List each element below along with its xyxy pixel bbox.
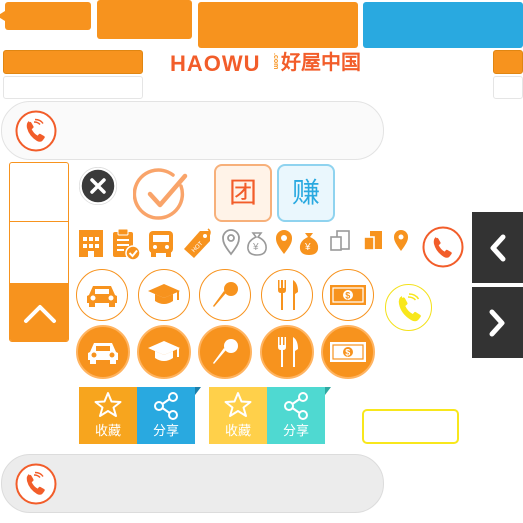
- close-icon[interactable]: [79, 167, 117, 205]
- hot-tag-icon: HOT: [180, 227, 214, 261]
- graduation-cap-icon: [148, 284, 180, 304]
- haowu-logo: HAOWU .com 好屋中国: [170, 49, 365, 79]
- earn-badge: 赚: [277, 164, 335, 222]
- orange-small-button[interactable]: [493, 50, 523, 74]
- clipboard-check-icon: [110, 227, 142, 261]
- entertainment-filled-button[interactable]: [198, 325, 252, 379]
- tab-button-blue[interactable]: [363, 2, 523, 48]
- location-orange-icon: [273, 227, 295, 261]
- check-circle-icon[interactable]: [133, 166, 191, 224]
- share-label: 分享: [152, 423, 179, 438]
- back-arrow-icon: [0, 11, 5, 21]
- empty-small-box[interactable]: [493, 76, 523, 99]
- phone-yellow-icon[interactable]: [385, 284, 432, 331]
- scroll-up-button[interactable]: [10, 283, 68, 341]
- favorite-button[interactable]: 收藏: [209, 387, 267, 444]
- fork-knife-icon: [278, 280, 298, 310]
- entertainment-outline-button[interactable]: [199, 269, 251, 321]
- call-bar[interactable]: [1, 101, 384, 160]
- location-small-orange-icon: [391, 227, 411, 261]
- food-filled-button[interactable]: [260, 325, 314, 379]
- share-card-2: 收藏 分享: [209, 387, 333, 444]
- logo-text-cn: 好屋中国: [281, 52, 361, 74]
- vertical-pager: [9, 162, 69, 342]
- card-fold: [195, 387, 201, 395]
- graduation-cap-icon: [148, 341, 180, 361]
- star-icon: [224, 392, 252, 417]
- svg-text:$: $: [345, 348, 350, 358]
- money-bag-outline-icon: ¥: [245, 227, 269, 261]
- call-bar-pressed[interactable]: [1, 454, 384, 513]
- svg-text:$: $: [345, 291, 350, 301]
- money-bill-icon: $: [330, 285, 366, 305]
- phone-icon: [15, 110, 57, 152]
- car-icon: [87, 286, 117, 307]
- finance-filled-button[interactable]: $: [321, 325, 375, 379]
- share-button[interactable]: 分享: [267, 387, 325, 444]
- money-bag-orange-icon: ¥: [297, 227, 321, 261]
- car-outline-button[interactable]: [76, 269, 128, 321]
- share-label: 分享: [282, 423, 309, 438]
- yellow-outline-button[interactable]: [362, 409, 459, 444]
- chevron-up-icon: [24, 305, 56, 323]
- group-buy-badge: 团: [214, 164, 272, 222]
- share-button[interactable]: 分享: [137, 387, 195, 444]
- prev-button[interactable]: [472, 212, 523, 283]
- orange-bar-button[interactable]: [3, 50, 143, 74]
- back-button[interactable]: [0, 2, 91, 30]
- card-fold: [325, 387, 331, 395]
- finance-outline-button[interactable]: $: [322, 269, 374, 321]
- bus-icon: [146, 227, 176, 261]
- svg-text:¥: ¥: [304, 242, 311, 253]
- favorite-label: 收藏: [94, 423, 121, 438]
- svg-text:¥: ¥: [252, 242, 259, 253]
- star-icon: [94, 392, 122, 417]
- car-filled-button[interactable]: [76, 325, 130, 379]
- share-card-1: 收藏 分享: [79, 387, 203, 444]
- microphone-icon: [213, 339, 238, 364]
- building-icon: [77, 227, 105, 261]
- phone-icon: [15, 463, 57, 505]
- tab-button-orange[interactable]: [198, 2, 358, 48]
- next-button[interactable]: [472, 287, 523, 358]
- tab-button-small[interactable]: [97, 0, 192, 39]
- money-bill-icon: $: [330, 342, 366, 362]
- stack-gray-icon: [328, 227, 352, 261]
- education-filled-button[interactable]: [137, 325, 191, 379]
- share-icon: [284, 392, 308, 420]
- location-outline-icon: [220, 227, 242, 261]
- chevron-right-icon: [489, 309, 505, 337]
- chevron-left-icon: [490, 234, 506, 262]
- phone-circle-icon[interactable]: [422, 226, 464, 268]
- share-icon: [154, 392, 178, 420]
- logo-text-com: .com: [272, 53, 279, 70]
- favorite-label: 收藏: [224, 423, 251, 438]
- pager-divider: [10, 221, 68, 222]
- education-outline-button[interactable]: [138, 269, 190, 321]
- food-outline-button[interactable]: [261, 269, 313, 321]
- logo-text-en: HAOWU: [170, 51, 261, 76]
- car-icon: [88, 343, 118, 364]
- fork-knife-icon: [278, 337, 298, 367]
- empty-input-box[interactable]: [3, 76, 143, 99]
- stack-orange-icon: [361, 227, 385, 261]
- favorite-button[interactable]: 收藏: [79, 387, 137, 444]
- microphone-icon: [213, 282, 238, 307]
